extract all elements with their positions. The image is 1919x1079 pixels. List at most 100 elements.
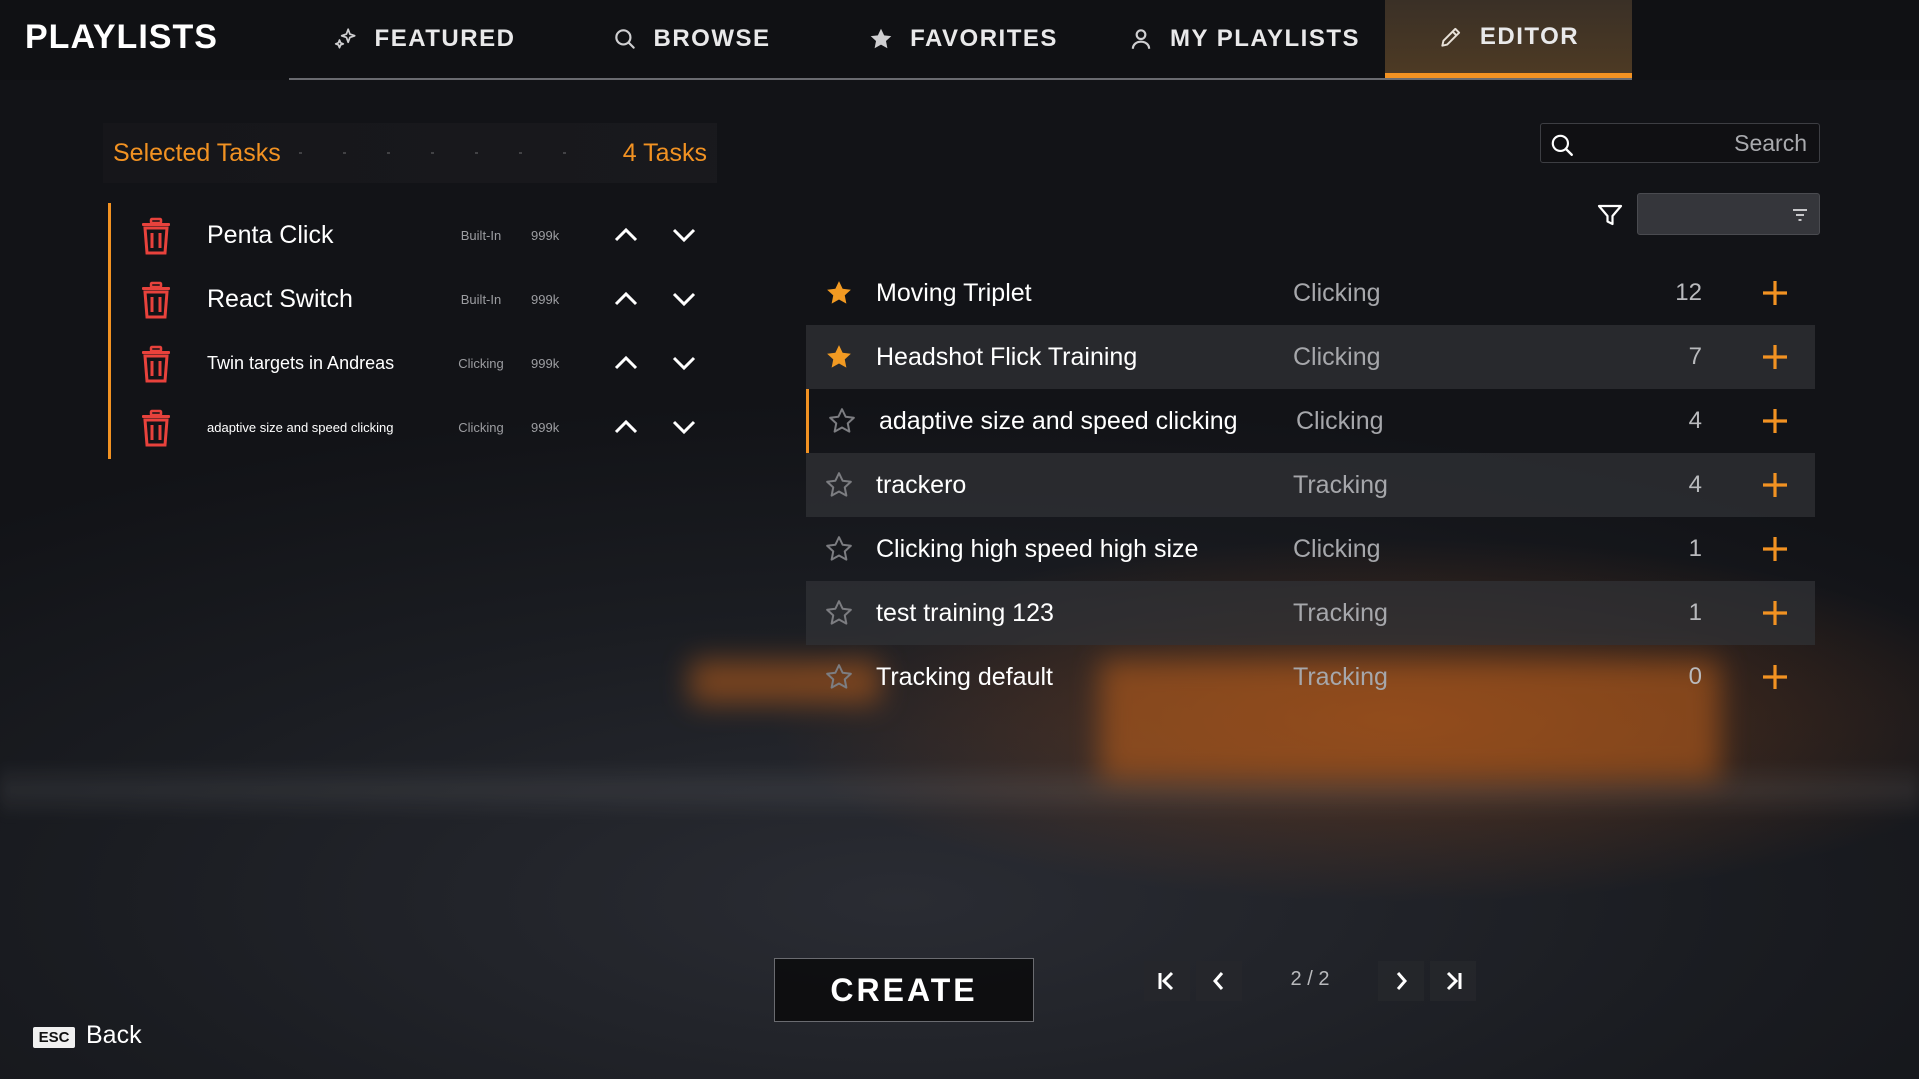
plus-icon[interactable] bbox=[1761, 471, 1789, 499]
task-count: 12 bbox=[1675, 279, 1702, 306]
star-outline-icon[interactable] bbox=[827, 406, 857, 436]
trash-icon[interactable] bbox=[139, 217, 173, 255]
plus-icon[interactable] bbox=[1761, 407, 1789, 435]
tab-featured[interactable]: FEATURED bbox=[289, 0, 559, 78]
task-name: Headshot Flick Training bbox=[876, 342, 1138, 371]
trash-icon[interactable] bbox=[139, 281, 173, 319]
last-page-icon bbox=[1446, 971, 1462, 991]
plus-icon[interactable] bbox=[1761, 599, 1789, 627]
sparkle-icon bbox=[334, 28, 356, 49]
selected-tasks-title: Selected Tasks bbox=[113, 138, 281, 167]
plus-icon[interactable] bbox=[1761, 343, 1789, 371]
task-browser-list: Moving Triplet Clicking 12 Headshot Flic… bbox=[806, 261, 1815, 709]
selected-task-row: React Switch Built-In 999k bbox=[111, 267, 711, 331]
tab-favorites[interactable]: FAVORITES bbox=[823, 0, 1103, 78]
move-up-icon[interactable] bbox=[612, 285, 640, 313]
star-outline-icon[interactable] bbox=[824, 662, 854, 692]
task-list-item[interactable]: Clicking high speed high size Clicking 1 bbox=[806, 517, 1815, 581]
task-count: 4 bbox=[1688, 407, 1702, 434]
task-category: Clicking bbox=[1293, 278, 1381, 307]
task-plays: 999k bbox=[531, 291, 560, 307]
task-list-item[interactable]: Tracking default Tracking 0 bbox=[806, 645, 1815, 709]
star-outline-icon[interactable] bbox=[824, 598, 854, 628]
move-up-icon[interactable] bbox=[612, 221, 640, 249]
task-name: adaptive size and speed clicking bbox=[207, 419, 394, 435]
selected-task-row: Twin targets in Andreas Clicking 999k bbox=[111, 331, 711, 395]
task-plays: 999k bbox=[531, 419, 560, 435]
task-list-item[interactable]: Headshot Flick Training Clicking 7 bbox=[806, 325, 1815, 389]
star-filled-icon[interactable] bbox=[824, 278, 854, 308]
task-list-item[interactable]: trackero Tracking 4 bbox=[806, 453, 1815, 517]
task-count: 4 bbox=[1688, 471, 1702, 498]
task-category: Tracking bbox=[1293, 662, 1388, 691]
star-filled-icon[interactable] bbox=[824, 342, 854, 372]
selected-task-row: Penta Click Built-In 999k bbox=[111, 203, 711, 267]
user-icon bbox=[1131, 29, 1151, 49]
chevron-right-icon bbox=[1396, 972, 1407, 990]
search-icon bbox=[614, 29, 635, 49]
last-page-button[interactable] bbox=[1430, 961, 1476, 1001]
task-type: Built-In bbox=[460, 291, 502, 307]
sort-dropdown[interactable] bbox=[1637, 193, 1820, 235]
tab-my-playlists[interactable]: MY PLAYLISTS bbox=[1103, 0, 1385, 78]
move-down-icon[interactable] bbox=[670, 221, 698, 249]
top-nav-bar: PLAYLISTS FEATURED BROWSE FAVORITES MY P… bbox=[0, 0, 1919, 80]
previous-page-button[interactable] bbox=[1196, 961, 1242, 1001]
back-button[interactable]: Back bbox=[86, 1021, 142, 1050]
search-icon bbox=[1551, 134, 1573, 156]
selected-task-row: adaptive size and speed clicking Clickin… bbox=[111, 395, 711, 459]
pencil-icon bbox=[1441, 27, 1460, 47]
tab-editor-label: EDITOR bbox=[1479, 22, 1580, 50]
search-input[interactable] bbox=[1585, 124, 1807, 162]
task-name: adaptive size and speed clicking bbox=[879, 406, 1238, 435]
tab-my-playlists-label: MY PLAYLISTS bbox=[1169, 25, 1361, 52]
tab-browse[interactable]: BROWSE bbox=[559, 0, 823, 78]
header-divider-dots bbox=[298, 152, 605, 154]
tab-featured-label: FEATURED bbox=[374, 25, 516, 52]
task-count: 1 bbox=[1688, 599, 1702, 626]
next-page-button[interactable] bbox=[1378, 961, 1424, 1001]
esc-key-badge: ESC bbox=[33, 1027, 75, 1048]
task-type: Built-In bbox=[460, 227, 502, 243]
task-category: Clicking bbox=[1296, 406, 1384, 435]
task-list-item[interactable]: Moving Triplet Clicking 12 bbox=[806, 261, 1815, 325]
move-up-icon[interactable] bbox=[612, 349, 640, 377]
filter-icon[interactable] bbox=[1596, 201, 1624, 229]
task-count: 7 bbox=[1688, 343, 1702, 370]
selected-tasks-count: 4 Tasks bbox=[622, 138, 707, 167]
plus-icon[interactable] bbox=[1761, 663, 1789, 691]
task-count: 0 bbox=[1688, 663, 1702, 690]
move-down-icon[interactable] bbox=[670, 413, 698, 441]
task-name: Clicking high speed high size bbox=[876, 534, 1199, 563]
tab-browse-label: BROWSE bbox=[653, 25, 771, 52]
tab-editor[interactable]: EDITOR bbox=[1385, 0, 1632, 78]
task-count: 1 bbox=[1688, 535, 1702, 562]
plus-icon[interactable] bbox=[1761, 279, 1789, 307]
task-category: Clicking bbox=[1293, 342, 1381, 371]
trash-icon[interactable] bbox=[139, 409, 173, 447]
task-list-item[interactable]: test training 123 Tracking 1 bbox=[806, 581, 1815, 645]
star-outline-icon[interactable] bbox=[824, 470, 854, 500]
task-category: Clicking bbox=[1293, 534, 1381, 563]
move-down-icon[interactable] bbox=[670, 349, 698, 377]
trash-icon[interactable] bbox=[139, 345, 173, 383]
task-plays: 999k bbox=[531, 227, 560, 243]
first-page-icon bbox=[1158, 971, 1174, 991]
task-category: Tracking bbox=[1293, 598, 1388, 627]
task-list-item[interactable]: adaptive size and speed clicking Clickin… bbox=[806, 389, 1815, 453]
create-button[interactable]: CREATE bbox=[774, 958, 1034, 1022]
task-name: React Switch bbox=[207, 284, 353, 313]
move-down-icon[interactable] bbox=[670, 285, 698, 313]
star-outline-icon[interactable] bbox=[824, 534, 854, 564]
task-name: Penta Click bbox=[207, 220, 334, 249]
move-up-icon[interactable] bbox=[612, 413, 640, 441]
plus-icon[interactable] bbox=[1761, 535, 1789, 563]
page-indicator: 2 / 2 bbox=[1290, 968, 1330, 990]
search-box bbox=[1540, 123, 1820, 163]
selected-tasks-list: Penta Click Built-In 999k React Switch B… bbox=[108, 203, 711, 459]
star-icon bbox=[870, 28, 892, 49]
task-name: trackero bbox=[876, 470, 967, 499]
tab-favorites-label: FAVORITES bbox=[910, 25, 1058, 52]
task-name: Tracking default bbox=[876, 662, 1053, 691]
first-page-button[interactable] bbox=[1144, 961, 1190, 1001]
